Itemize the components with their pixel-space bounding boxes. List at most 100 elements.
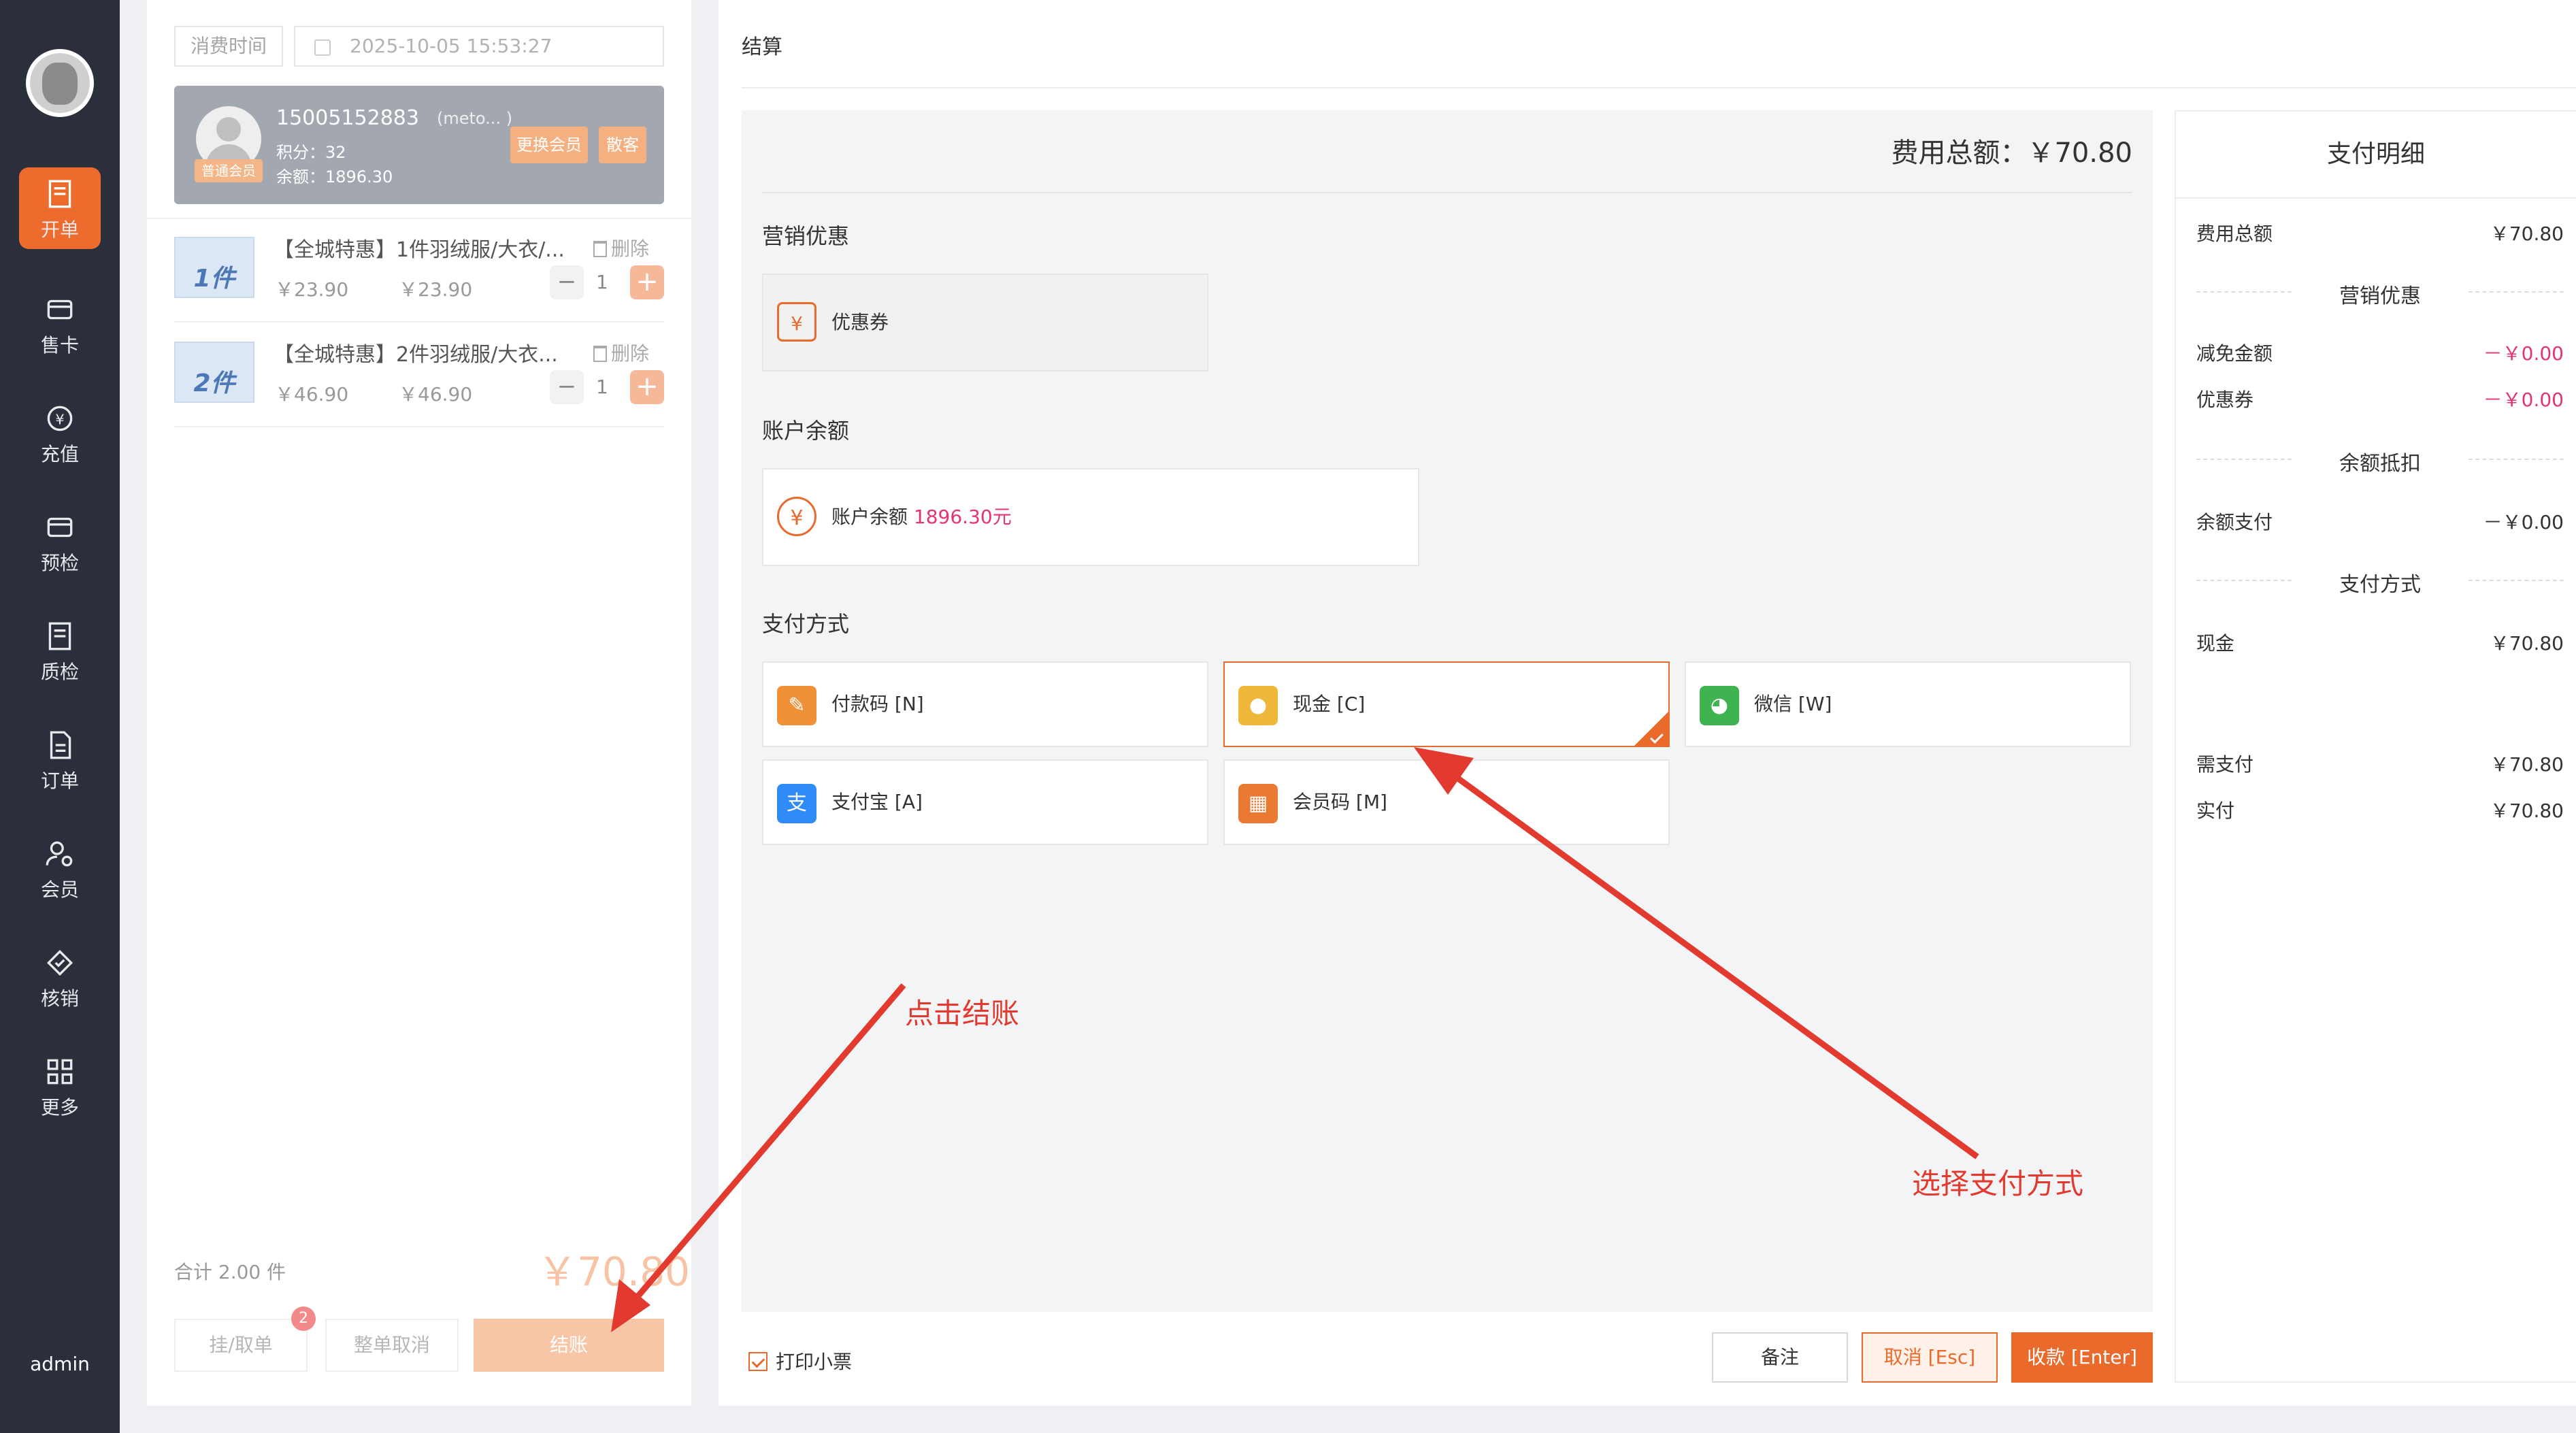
qty-increase-button[interactable]: + (630, 265, 664, 299)
note-button[interactable]: 备注 (1712, 1332, 1848, 1383)
qty-decrease-button[interactable]: − (550, 265, 584, 299)
balance-title: 账户余额 (762, 418, 850, 444)
payment-option-wechat[interactable]: ◕ 微信 [W] (1685, 661, 2131, 747)
detail-row: 减免金额 －￥0.00 (2196, 342, 2564, 365)
coin-icon: ● (1238, 686, 1278, 725)
nav-label: 订单 (40, 770, 79, 792)
product-price: ￥23.90 (275, 278, 349, 301)
payment-option-alipay[interactable]: 支 支付宝 [A] (762, 759, 1208, 845)
order-panel: 消费时间 2025-10-05 15:53:27 普通会员 1500515288… (147, 0, 691, 1406)
nav-item-members[interactable]: 会员 (0, 825, 120, 906)
nav-item-precheck[interactable]: 预检 (0, 498, 120, 580)
account-balance-card[interactable]: ¥ 账户余额 1896.30元 (762, 468, 1419, 566)
payment-label: 微信 [W] (1754, 693, 1832, 715)
divider (742, 87, 2576, 88)
print-receipt-checkbox[interactable]: 打印小票 (748, 1347, 852, 1374)
nav-item-open-order[interactable]: 开单 (19, 167, 101, 249)
coupon-card[interactable]: ¥ 优惠券 (762, 274, 1208, 372)
product-item: 1件 【全城特惠】1件羽绒服/大衣/... 删除 ￥23.90 ￥23.90 −… (174, 220, 664, 323)
receipt-icon (48, 180, 71, 208)
consume-time-value: 2025-10-05 15:53:27 (350, 35, 552, 57)
qty-increase-button[interactable]: + (630, 370, 664, 404)
calendar-icon (314, 39, 331, 56)
detail-section-balance: 余额抵扣 (2196, 446, 2564, 476)
detail-row: 费用总额 ￥70.80 (2196, 223, 2564, 245)
nav-item-more[interactable]: 更多 (0, 1042, 120, 1124)
coupon-label: 优惠券 (831, 311, 889, 333)
wechat-icon: ◕ (1700, 686, 1739, 725)
delete-button[interactable]: 删除 (593, 339, 649, 366)
checkout-button[interactable]: 结账 (474, 1319, 664, 1372)
card-icon (47, 299, 73, 320)
payment-label: 支付宝 [A] (831, 791, 923, 813)
product-qty: 1 (596, 376, 608, 398)
nav-label: 会员 (40, 878, 79, 901)
payment-option-cash[interactable]: ● 现金 [C] (1223, 661, 1670, 747)
delete-button[interactable]: 删除 (593, 234, 649, 261)
card-icon (47, 517, 73, 538)
member-alias: (meto... ) (437, 109, 513, 128)
dialog-title: 结算 (742, 35, 782, 59)
change-member-button[interactable]: 更换会员 (510, 127, 588, 163)
payment-option-member-code[interactable]: ▦ 会员码 [M] (1223, 759, 1670, 845)
nav-item-writeoff[interactable]: 核销 (0, 934, 120, 1015)
trash-icon (593, 241, 607, 257)
grid-icon: ▦ (1238, 784, 1278, 823)
nav-item-quality-check[interactable]: 质检 (0, 607, 120, 689)
user-avatar[interactable] (26, 49, 94, 117)
annotation-select-payment: 选择支付方式 (1912, 1167, 2084, 1200)
payment-option-paycode[interactable]: ✎ 付款码 [N] (762, 661, 1208, 747)
trash-icon (593, 346, 607, 362)
consume-time-label: 消费时间 (174, 26, 283, 67)
svg-text:¥: ¥ (55, 411, 64, 427)
payment-label: 现金 [C] (1293, 693, 1366, 715)
divider (147, 218, 691, 219)
detail-row: 现金 ￥70.80 (2196, 632, 2564, 655)
nav-label: 预检 (40, 552, 79, 574)
document-icon (50, 731, 71, 759)
consume-time-input[interactable]: 2025-10-05 15:53:27 (294, 26, 664, 67)
member-points: 积分：32 (276, 143, 346, 162)
product-price: ￥46.90 (275, 383, 349, 406)
checkout-main: 费用总额：￥70.80 营销优惠 ¥ 优惠券 账户余额 ¥ 账户余额 1896.… (742, 110, 2153, 1312)
collect-button[interactable]: 收款 [Enter] (2011, 1332, 2153, 1383)
cancel-order-button[interactable]: 整单取消 (325, 1319, 459, 1372)
ticket-check-icon (46, 949, 73, 976)
detail-row: 需支付 ￥70.80 (2196, 753, 2564, 776)
cancel-button[interactable]: 取消 [Esc] (1862, 1332, 1998, 1383)
detail-section-marketing: 营销优惠 (2196, 279, 2564, 309)
fee-total: 费用总额：￥70.80 (1891, 137, 2132, 169)
payment-title: 支付方式 (762, 611, 850, 637)
nav-label: 质检 (40, 661, 79, 683)
qty-decrease-button[interactable]: − (550, 370, 584, 404)
current-user[interactable]: admin (0, 1353, 120, 1375)
hold-order-button[interactable]: 挂/取单 (174, 1319, 308, 1372)
member-balance: 余额：1896.30 (276, 167, 393, 186)
checkout-dialog: 结算 费用总额：￥70.80 营销优惠 ¥ 优惠券 账户余额 ¥ 账户余额 18… (719, 0, 2576, 1406)
receipt-icon (48, 622, 71, 650)
member-card: 普通会员 15005152883 (meto... ) 积分：32 余额：189… (174, 86, 664, 204)
grid-icon (47, 1059, 73, 1085)
detail-row: 优惠券 －￥0.00 (2196, 389, 2564, 411)
user-settings-icon (46, 841, 73, 867)
yen-coin-icon: ¥ (47, 406, 73, 431)
nav-label: 售卡 (40, 334, 79, 357)
nav-item-recharge[interactable]: ¥ 充值 (0, 389, 120, 471)
product-thumbnail: 2件 (174, 342, 254, 403)
account-balance-label: 账户余额 1896.30元 (831, 506, 1012, 528)
annotation-click-checkout: 点击结账 (905, 997, 1020, 1030)
key-icon: ✎ (777, 686, 816, 725)
nav-label: 充值 (40, 443, 79, 465)
payment-detail: 支付明细 费用总额 ￥70.80 营销优惠 减免金额 －￥0.00 优惠券 －￥0.0… (2175, 110, 2576, 1383)
coupon-icon: ¥ (777, 302, 816, 342)
detail-row: 实付 ￥70.80 (2196, 800, 2564, 822)
payment-label: 会员码 [M] (1293, 791, 1387, 813)
nav-label: 更多 (40, 1096, 79, 1119)
nav-item-orders[interactable]: 订单 (0, 716, 120, 797)
total-count: 合计 2.00 件 (174, 1261, 286, 1283)
product-subtotal: ￥46.90 (399, 383, 473, 406)
nav-item-sell-card[interactable]: 售卡 (0, 280, 120, 362)
product-name: 【全城特惠】2件羽绒服/大衣... (274, 343, 558, 367)
product-subtotal: ￥23.90 (399, 278, 473, 301)
guest-button[interactable]: 散客 (599, 127, 646, 163)
